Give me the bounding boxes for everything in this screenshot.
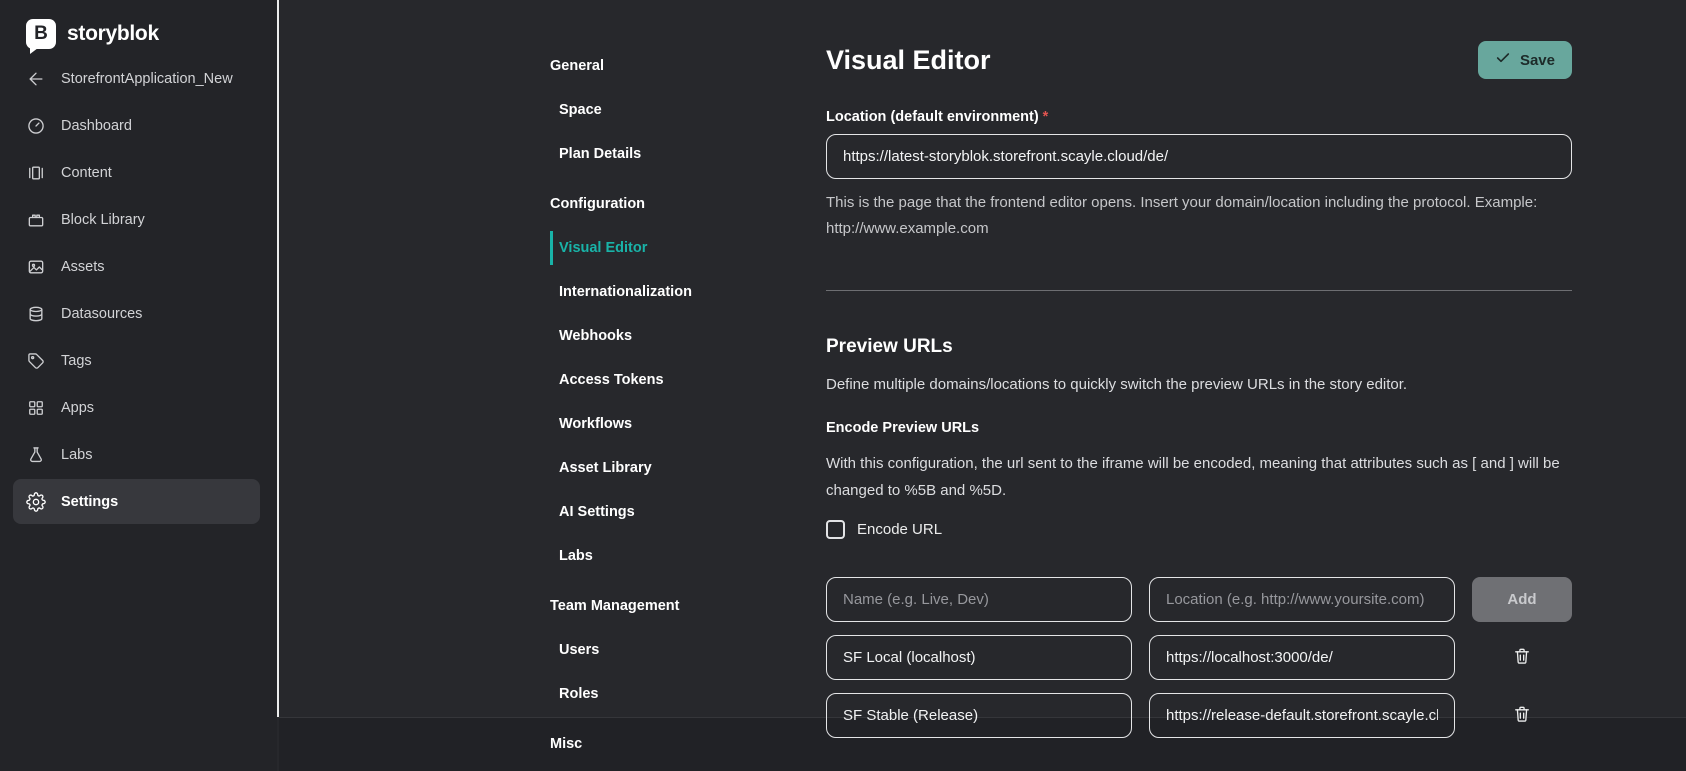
storyblok-logo-text: storyblok [67,22,159,46]
settings-nav-item-access-tokens[interactable]: Access Tokens [550,370,775,390]
sidebar-item-block-library[interactable]: Block Library [0,196,277,243]
encode-url-checkbox[interactable] [826,520,845,539]
settings-nav-item-labs[interactable]: Labs [550,546,775,566]
sidebar-item-settings[interactable]: Settings [13,479,260,524]
block-library-icon [26,210,46,230]
settings-nav-item-plan-details[interactable]: Plan Details [550,144,775,164]
location-input[interactable] [826,134,1572,179]
app-sidebar: B storyblok StorefrontApplication_New Da… [0,0,277,771]
storyblok-logo-icon: B [26,19,56,49]
panel-divider [277,0,279,717]
sidebar-item-label: Tags [61,353,92,369]
tag-icon [26,351,46,371]
encode-preview-urls-description: With this configuration, the url sent to… [826,450,1572,504]
sidebar-item-label: Block Library [61,212,145,228]
sidebar-item-datasources[interactable]: Datasources [0,290,277,337]
sidebar-item-assets[interactable]: Assets [0,243,277,290]
sidebar-item-label: Datasources [61,306,142,322]
encode-url-checkbox-row[interactable]: Encode URL [826,520,1572,539]
trash-icon [1512,646,1532,669]
preview-url-name-input[interactable] [826,693,1132,738]
sidebar-item-apps[interactable]: Apps [0,384,277,431]
labs-icon [26,445,46,465]
preview-url-location-input[interactable] [1149,635,1455,680]
preview-urls-list: Add [826,577,1572,738]
preview-urls-description: Define multiple domains/locations to qui… [826,374,1572,396]
settings-nav-heading-team-management: Team Management [550,596,775,616]
settings-nav-item-visual-editor[interactable]: Visual Editor [550,238,775,258]
datasources-icon [26,304,46,324]
check-icon [1495,50,1511,70]
arrow-left-icon [26,69,46,89]
sidebar-item-labs[interactable]: Labs [0,431,277,478]
sidebar-item-label: Labs [61,447,92,463]
add-preview-url-button[interactable]: Add [1472,577,1572,622]
settings-nav-item-ai-settings[interactable]: AI Settings [550,502,775,522]
save-button-label: Save [1520,52,1555,69]
sidebar-back-space[interactable]: StorefrontApplication_New [0,55,277,102]
preview-urls-heading: Preview URLs [826,336,1572,358]
preview-url-location-input[interactable] [1149,693,1455,738]
sidebar-item-label: Assets [61,259,105,275]
delete-preview-url-button[interactable] [1512,646,1532,669]
sidebar-item-label: Dashboard [61,118,132,134]
content-icon [26,163,46,183]
sidebar-item-tags[interactable]: Tags [0,337,277,384]
sidebar-item-dashboard[interactable]: Dashboard [0,102,277,149]
new-preview-url-name-input[interactable] [826,577,1132,622]
sidebar-item-content[interactable]: Content [0,149,277,196]
save-button[interactable]: Save [1478,41,1572,79]
encode-url-checkbox-label: Encode URL [857,521,942,538]
location-field-label-text: Location (default environment) [826,109,1039,125]
gauge-icon [26,116,46,136]
sidebar-item-label: Content [61,165,112,181]
location-help-text: This is the page that the frontend edito… [826,190,1572,242]
trash-icon [1512,704,1532,727]
sidebar-back-label: StorefrontApplication_New [61,71,233,87]
settings-nav-item-webhooks[interactable]: Webhooks [550,326,775,346]
apps-icon [26,398,46,418]
delete-preview-url-button[interactable] [1512,704,1532,727]
storyblok-logo: B storyblok [26,16,277,52]
sidebar-item-label: Settings [61,494,118,510]
content-header: Visual Editor Save [826,41,1572,79]
settings-nav-heading-configuration: Configuration [550,194,775,214]
settings-nav-item-roles[interactable]: Roles [550,684,775,704]
location-field-label: Location (default environment)* [826,109,1572,125]
gear-icon [26,492,46,512]
preview-url-name-input[interactable] [826,635,1132,680]
settings-nav-item-workflows[interactable]: Workflows [550,414,775,434]
section-divider [826,290,1572,291]
settings-nav-heading-general: General [550,56,775,76]
sidebar-nav: StorefrontApplication_New Dashboard Cont… [0,55,277,524]
settings-nav: General Space Plan Details Configuration… [550,56,775,754]
settings-nav-heading-misc: Misc [550,734,775,754]
required-marker: * [1043,109,1049,125]
settings-nav-item-asset-library[interactable]: Asset Library [550,458,775,478]
assets-icon [26,257,46,277]
visual-editor-panel: Visual Editor Save Location (default env… [826,0,1572,738]
encode-preview-urls-heading: Encode Preview URLs [826,420,1572,436]
page-title: Visual Editor [826,45,991,76]
new-preview-url-location-input[interactable] [1149,577,1455,622]
settings-nav-item-space[interactable]: Space [550,100,775,120]
settings-nav-item-users[interactable]: Users [550,640,775,660]
settings-nav-item-internationalization[interactable]: Internationalization [550,282,775,302]
sidebar-item-label: Apps [61,400,94,416]
